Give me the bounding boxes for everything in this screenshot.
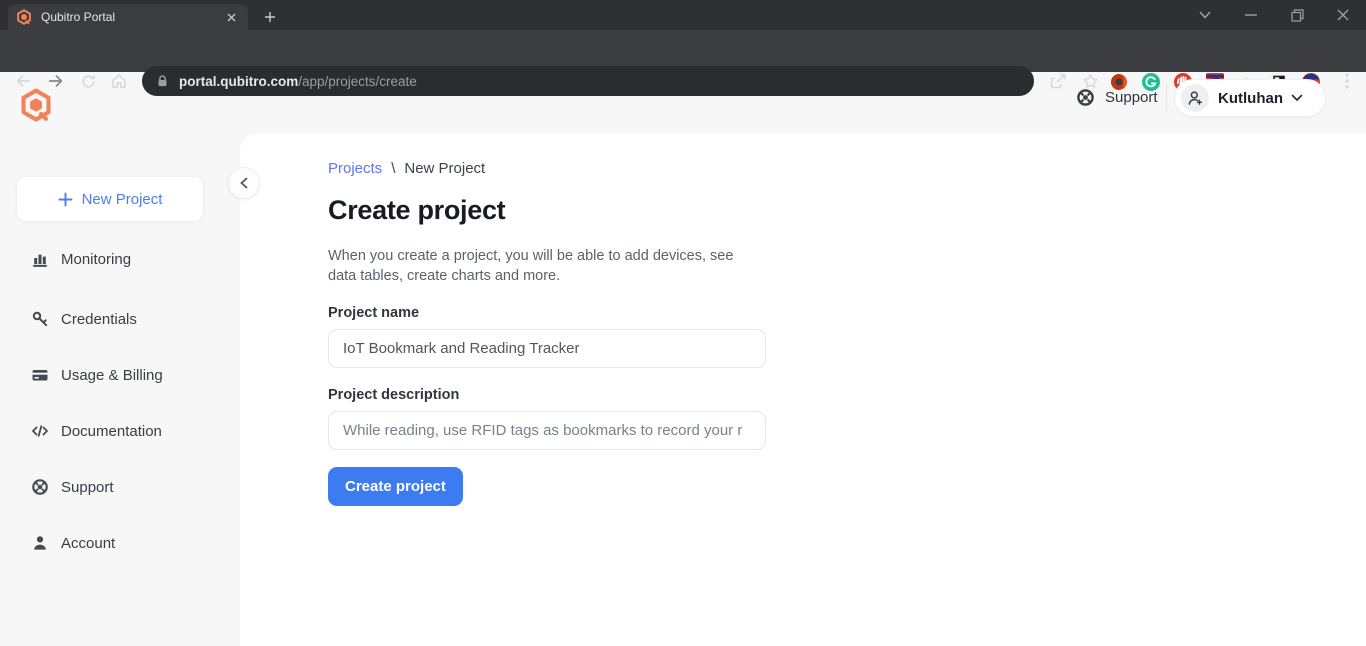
home-icon[interactable] — [104, 66, 134, 96]
breadcrumb-separator: \ — [391, 160, 395, 177]
address-bar[interactable]: portal.qubitro.com/app/projects/create — [142, 66, 1034, 96]
plus-icon — [58, 192, 73, 207]
user-name: Kutluhan — [1218, 90, 1283, 107]
bar-chart-icon — [31, 250, 49, 268]
breadcrumb-projects-link[interactable]: Projects — [328, 160, 382, 177]
tab-title: Qubitro Portal — [41, 10, 223, 24]
sidebar-item-label: Account — [61, 535, 115, 552]
qubitro-favicon-icon — [16, 9, 32, 25]
sidebar-item-monitoring[interactable]: Monitoring — [0, 246, 240, 272]
browser-menu-icon[interactable] — [1332, 66, 1362, 96]
project-description-input[interactable] — [328, 411, 766, 450]
browser-toolbar: portal.qubitro.com/app/projects/create — [0, 30, 1366, 72]
project-description-label: Project description — [328, 387, 459, 403]
sidebar-collapse-button[interactable] — [228, 167, 260, 199]
life-ring-icon — [1076, 88, 1095, 107]
header-support-label: Support — [1105, 89, 1158, 106]
sidebar-item-support[interactable]: Support — [0, 474, 240, 500]
sidebar-item-usage-billing[interactable]: Usage & Billing — [0, 362, 240, 388]
close-icon[interactable] — [1321, 0, 1365, 30]
lock-icon — [156, 74, 169, 88]
breadcrumb-current: New Project — [404, 160, 485, 177]
chevron-down-icon — [1291, 94, 1303, 102]
sidebar-item-credentials[interactable]: Credentials — [0, 306, 240, 332]
browser-tab[interactable]: Qubitro Portal — [8, 4, 248, 30]
sidebar-item-account[interactable]: Account — [0, 530, 240, 556]
chevron-left-icon — [240, 177, 248, 189]
main-content-card: Projects \ New Project Create project Wh… — [240, 133, 1366, 646]
code-icon — [31, 422, 49, 440]
sidebar-item-label: Credentials — [61, 311, 137, 328]
credit-card-icon — [31, 366, 49, 384]
reload-icon[interactable] — [73, 66, 103, 96]
page-title: Create project — [328, 195, 505, 226]
life-ring-icon — [31, 478, 49, 496]
restore-icon[interactable] — [1275, 0, 1319, 30]
key-icon — [31, 310, 49, 328]
person-icon — [31, 534, 49, 552]
new-tab-button[interactable] — [258, 5, 282, 29]
new-project-label: New Project — [82, 191, 163, 208]
intro-text: When you create a project, you will be a… — [328, 246, 756, 286]
project-name-input[interactable] — [328, 329, 766, 368]
avatar — [1181, 84, 1209, 112]
browser-tab-strip: Qubitro Portal — [0, 0, 1366, 30]
minimize-icon[interactable] — [1229, 0, 1273, 30]
tab-search-icon[interactable] — [1183, 0, 1227, 30]
sidebar-item-documentation[interactable]: Documentation — [0, 418, 240, 444]
share-icon[interactable] — [1043, 66, 1073, 96]
sidebar: New Project Monitoring Credentials — [0, 133, 240, 646]
sidebar-item-label: Monitoring — [61, 251, 131, 268]
sidebar-item-label: Support — [61, 479, 114, 496]
header-divider — [1166, 84, 1167, 112]
create-project-button[interactable]: Create project — [328, 467, 463, 506]
breadcrumb: Projects \ New Project — [328, 160, 485, 177]
sidebar-item-label: Documentation — [61, 423, 162, 440]
header-support-button[interactable]: Support — [1076, 88, 1158, 107]
qubitro-logo[interactable] — [19, 88, 53, 122]
sidebar-item-label: Usage & Billing — [61, 367, 163, 384]
user-menu[interactable]: Kutluhan — [1174, 79, 1326, 117]
url-host: portal.qubitro.com — [179, 74, 298, 89]
tab-close-icon[interactable] — [223, 9, 240, 26]
project-name-label: Project name — [328, 305, 419, 321]
url-path: /app/projects/create — [298, 74, 417, 89]
new-project-button[interactable]: New Project — [16, 176, 204, 222]
